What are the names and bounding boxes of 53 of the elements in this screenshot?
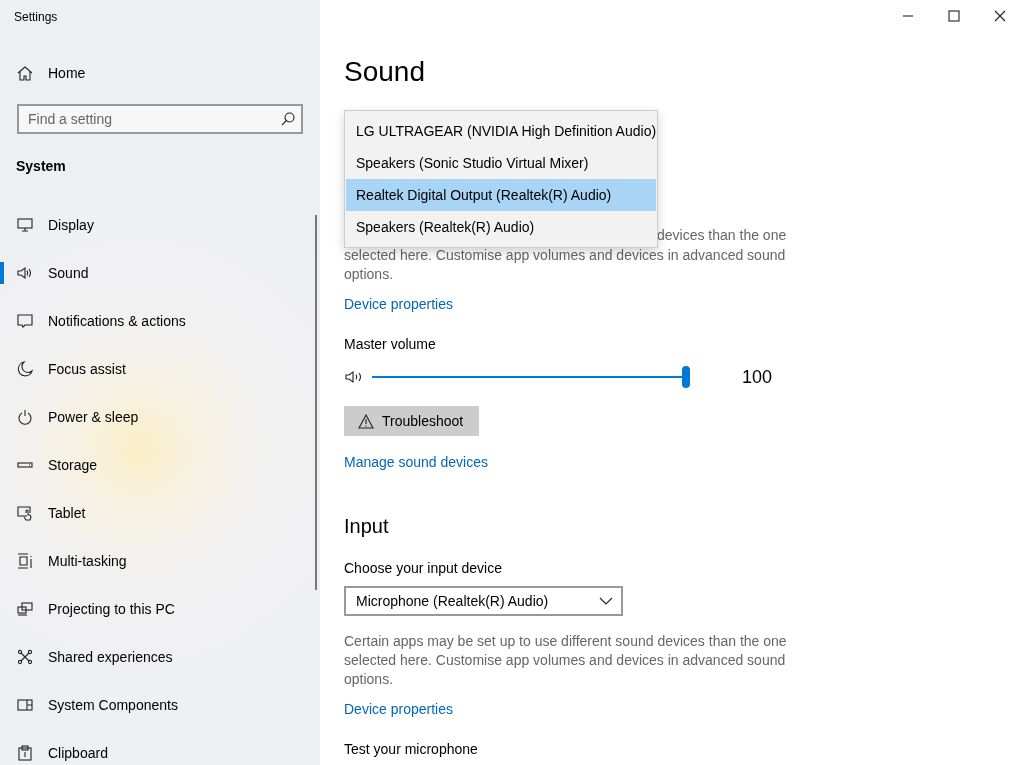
troubleshoot-button[interactable]: Troubleshoot	[344, 406, 480, 436]
sidebar-item[interactable]: Focus assist	[0, 345, 320, 393]
sidebar-item[interactable]: Projecting to this PC	[0, 585, 320, 633]
home-icon	[17, 65, 33, 81]
field-label: Test your microphone	[344, 740, 479, 759]
input-device-dropdown[interactable]: Microphone (Realtek(R) Audio)	[344, 586, 623, 616]
sidebar-item[interactable]: Storage	[0, 441, 320, 489]
close-icon	[994, 10, 1006, 22]
search-icon	[281, 112, 295, 126]
manage-devices-link[interactable]: Manage sound devices	[344, 452, 488, 472]
power-icon	[17, 409, 33, 425]
volume-label: Master volume	[344, 335, 437, 354]
network-nodes-icon	[17, 649, 33, 665]
sidebar-item[interactable]: Shared experiences	[0, 633, 320, 681]
search-field[interactable]: Find a setting	[17, 104, 303, 134]
tablet-touch-icon	[17, 505, 33, 521]
description-text: selected here. Customise app volumes and devices in advanced sound options.	[344, 246, 787, 284]
sidebar-item[interactable]: Sound	[0, 249, 320, 297]
sidebar-item[interactable]: System Components	[0, 681, 320, 729]
sidebar-item[interactable]: Multi-tasking	[0, 537, 320, 585]
menu-item[interactable]: Speakers (Sonic Studio Virtual Mixer)	[346, 147, 656, 179]
description-text: Certain apps may be set up to use different sound devices than the one selected here. Customise app volumes and devices in advanced sound options.	[344, 632, 788, 689]
panel-layout-icon	[17, 697, 33, 713]
device-properties-link[interactable]: Device properties	[344, 294, 453, 314]
sidebar-item[interactable]: Power & sleep	[0, 393, 320, 441]
sidebar-item[interactable]: Tablet	[0, 489, 320, 537]
sidebar-item[interactable]: Notifications & actions	[0, 297, 320, 345]
section-heading: System	[16, 157, 67, 176]
projecting-icon	[17, 601, 33, 617]
multitasking-icon	[17, 553, 33, 569]
speech-bubble-icon	[17, 313, 33, 329]
description-text: devices than the one	[657, 226, 787, 245]
device-properties-link[interactable]: Device properties	[344, 699, 453, 719]
page-title: Sound	[344, 55, 426, 89]
speaker-icon	[17, 265, 33, 281]
sidebar-item[interactable]: Clipboard	[0, 729, 320, 765]
menu-item[interactable]: Realtek Digital Output (Realtek(R) Audio)	[346, 179, 656, 211]
moon-icon	[17, 361, 33, 377]
maximize-icon	[948, 10, 960, 22]
sidebar-item[interactable]: Display	[0, 201, 320, 249]
warning-icon	[358, 413, 374, 429]
monitor-icon	[17, 217, 33, 233]
volume-reading: 100	[742, 365, 773, 389]
field-label: Choose your input device	[344, 559, 503, 578]
scrollbar[interactable]	[315, 215, 317, 590]
window-title: Settings	[13, 9, 59, 26]
chevron-down-icon	[599, 597, 613, 605]
menu-item[interactable]: LG ULTRAGEAR (NVIDIA High Definition Audio)	[346, 115, 656, 147]
menu-item[interactable]: Speakers (Realtek(R) Audio)	[346, 211, 656, 243]
clipboard-icon	[17, 745, 33, 761]
home-link[interactable]: Home	[0, 61, 320, 85]
slider-thumb[interactable]	[682, 366, 690, 388]
section-heading: Input	[344, 514, 390, 539]
